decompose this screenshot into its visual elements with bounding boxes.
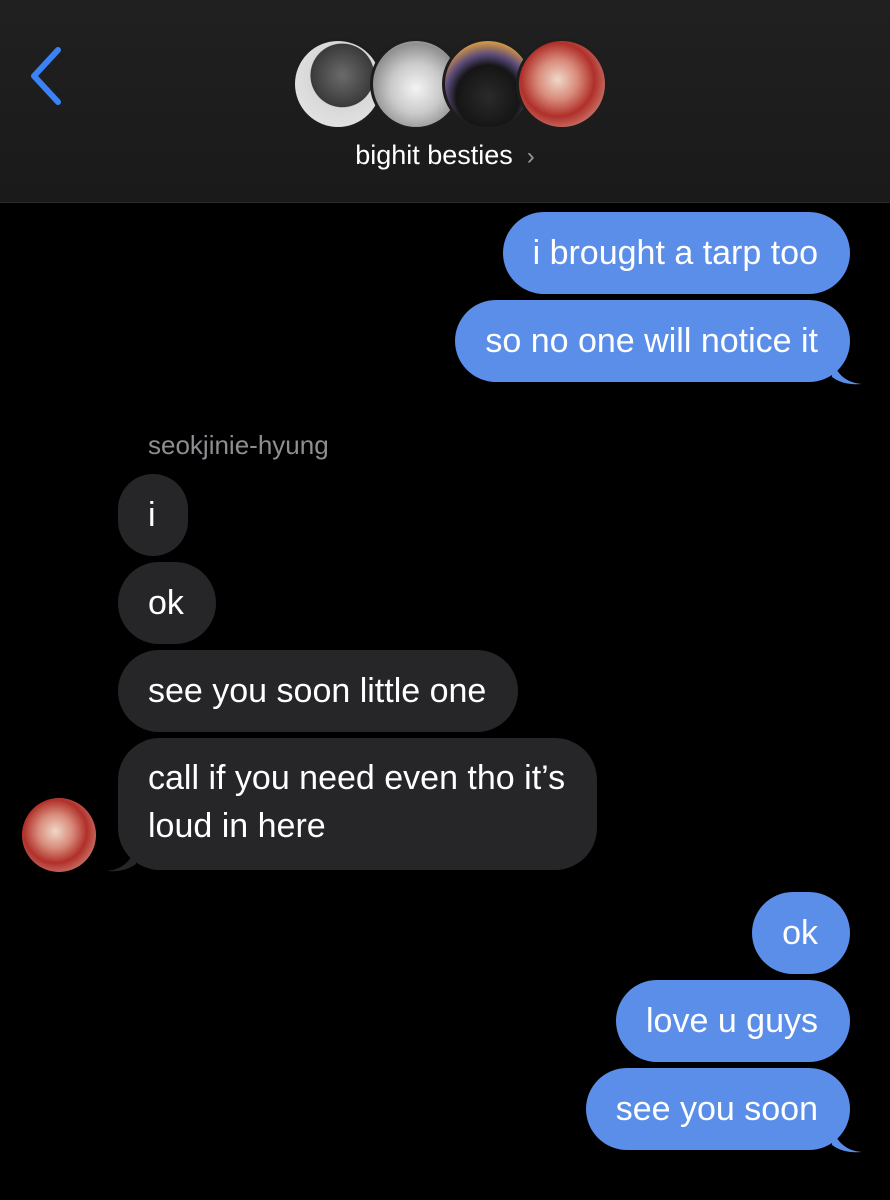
chat-header: bighit besties › [0,0,890,203]
incoming-message[interactable]: i [118,474,188,556]
group-name-link[interactable]: bighit besties › [0,140,890,171]
outgoing-message[interactable]: so no one will notice it [455,300,850,382]
message-text: ok [148,584,184,622]
group-name: bighit besties [355,140,513,170]
message-text-line: loud in here [148,807,326,845]
incoming-message[interactable]: ok [118,562,216,644]
outgoing-message[interactable]: love u guys [616,980,850,1062]
chevron-left-icon [31,47,61,105]
outgoing-message[interactable]: i brought a tarp too [502,212,850,294]
bubble-tail-icon [832,1123,862,1153]
message-text: i brought a tarp too [532,234,818,272]
outgoing-message[interactable]: see you soon [585,1068,850,1150]
bubble-tail-icon [106,842,136,872]
incoming-message[interactable]: call if you need even tho it’s loud in h… [118,738,598,870]
back-button[interactable] [22,44,72,108]
sender-name: seokjinie-hyung [148,430,329,460]
outgoing-message[interactable]: ok [752,892,850,974]
message-text: ok [782,914,818,952]
message-text-line: call if you need even tho it’s [148,759,566,797]
message-text: see you soon little one [148,672,487,710]
chevron-right-icon: › [526,143,535,170]
bubble-tail-icon [832,355,862,385]
avatar [516,38,608,130]
group-avatars[interactable] [292,38,608,134]
message-text: so no one will notice it [485,322,818,360]
incoming-message[interactable]: see you soon little one [118,650,519,732]
message-text: love u guys [646,1002,818,1040]
sender-avatar[interactable] [22,798,96,872]
message-text: i [148,496,156,534]
message-text: see you soon [615,1090,818,1128]
